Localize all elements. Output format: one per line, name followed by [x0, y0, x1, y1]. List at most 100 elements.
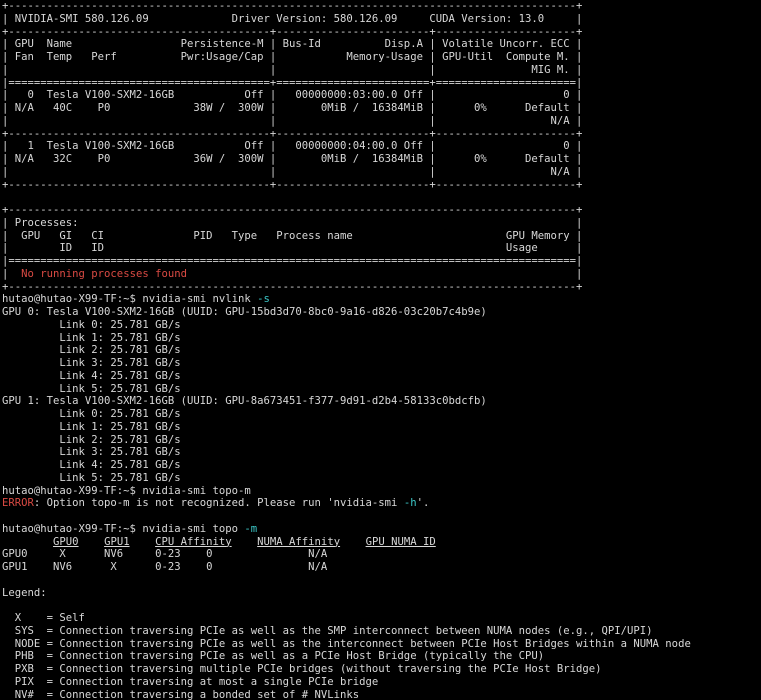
terminal-text: |=======================================… [2, 76, 583, 89]
terminal-line: | ID ID Usage | [2, 242, 761, 255]
terminal-line: | No running processes found | [2, 268, 761, 281]
command-flag: -s [257, 293, 270, 306]
terminal-text: | N/A 32C P0 36W / 300W | 0MiB / 16384Mi… [2, 153, 583, 165]
terminal-line: hutao@hutao-X99-TF:~$ nvidia-smi topo -m [2, 523, 761, 536]
terminal-text: | Fan Temp Perf Pwr:Usage/Cap | Memory-U… [2, 51, 583, 63]
terminal-text: Link 3: 25.781 GB/s [2, 357, 181, 369]
terminal-output[interactable]: +---------------------------------------… [2, 0, 761, 700]
terminal-text: | GPU Name Persistence-M | Bus-Id Disp.A… [2, 38, 583, 51]
terminal-text: Link 4: 25.781 GB/s [2, 459, 181, 471]
terminal-text: '. [416, 497, 430, 510]
terminal-text: Link 5: 25.781 GB/s [2, 471, 181, 484]
terminal-line: ERROR: Option topo-m is not recognized. … [2, 497, 761, 510]
terminal-text: NV# = Connection traversing a bonded set… [2, 688, 360, 700]
terminal-line: +---------------------------------------… [2, 281, 761, 294]
terminal-text: | | | MIG M. | [2, 63, 583, 76]
terminal-text: hutao@hutao-X99-TF:~$ nvidia-smi topo [2, 522, 245, 535]
terminal-line: +---------------------------------------… [2, 26, 761, 39]
terminal-line: Link 3: 25.781 GB/s [2, 357, 761, 370]
terminal-line: +---------------------------------------… [2, 128, 761, 141]
terminal-text: | N/A 40C P0 38W / 300W | 0MiB / 16384Mi… [2, 102, 583, 114]
terminal-line: PHB = Connection traversing PCIe as well… [2, 650, 761, 663]
terminal-line: GPU0 GPU1 CPU Affinity NUMA Affinity GPU… [2, 536, 761, 549]
terminal-text: X = Self [2, 612, 85, 624]
terminal-line: PXB = Connection traversing multiple PCI… [2, 663, 761, 676]
terminal-line: GPU1 NV6 X 0-23 0 N/A [2, 561, 761, 574]
terminal-text: Link 2: 25.781 GB/s [2, 433, 181, 446]
terminal-text: |=======================================… [2, 255, 583, 267]
terminal-line: Link 0: 25.781 GB/s [2, 319, 761, 332]
terminal-text: Link 0: 25.781 GB/s [2, 408, 181, 420]
column-header: GPU1 [104, 535, 130, 548]
terminal-line: | Processes: | [2, 217, 761, 230]
terminal-text: Legend: [2, 586, 47, 599]
terminal-text: hutao@hutao-X99-TF:~$ nvidia-smi topo-m [2, 484, 251, 497]
terminal-text: +---------------------------------------… [2, 204, 583, 216]
terminal-text: GPU 0: Tesla V100-SXM2-16GB (UUID: GPU-1… [2, 306, 487, 318]
terminal-text: | NVIDIA-SMI 580.126.09 Driver Version: … [2, 12, 583, 25]
terminal-text: | | | N/A | [2, 114, 583, 127]
terminal-text: : Option topo-m is not recognized. Pleas… [33, 497, 404, 510]
terminal-line: | 1 Tesla V100-SXM2-16GB Off | 00000000:… [2, 140, 761, 153]
terminal-line: Link 4: 25.781 GB/s [2, 459, 761, 472]
terminal-text: PXB = Connection traversing multiple PCI… [2, 663, 602, 675]
terminal-text: Link 1: 25.781 GB/s [2, 331, 181, 344]
terminal-line: GPU0 X NV6 0-23 0 N/A [2, 548, 761, 561]
terminal-text: Link 4: 25.781 GB/s [2, 369, 181, 382]
terminal-text: | 1 Tesla V100-SXM2-16GB Off | 00000000:… [2, 140, 583, 153]
terminal-text: hutao@hutao-X99-TF:~$ nvidia-smi nvlink [2, 293, 258, 306]
terminal-text: | Processes: | [2, 216, 583, 229]
terminal-line: | NVIDIA-SMI 580.126.09 Driver Version: … [2, 13, 761, 26]
terminal-line: SYS = Connection traversing PCIe as well… [2, 625, 761, 638]
terminal-line: Link 5: 25.781 GB/s [2, 472, 761, 485]
terminal-text: Link 0: 25.781 GB/s [2, 318, 181, 331]
terminal-line: X = Self [2, 612, 761, 625]
terminal-text: | | | N/A | [2, 165, 583, 178]
terminal-text: | [186, 267, 583, 280]
terminal-line: GPU 0: Tesla V100-SXM2-16GB (UUID: GPU-1… [2, 306, 761, 319]
terminal-text: Link 5: 25.781 GB/s [2, 382, 181, 395]
error-text: ERROR [2, 497, 34, 510]
terminal-line: Link 4: 25.781 GB/s [2, 370, 761, 383]
error-text: No running processes found [21, 267, 187, 280]
terminal-line: Link 1: 25.781 GB/s [2, 332, 761, 345]
terminal-line: Link 2: 25.781 GB/s [2, 434, 761, 447]
terminal-line: Link 0: 25.781 GB/s [2, 408, 761, 421]
terminal-text: +---------------------------------------… [2, 127, 583, 140]
terminal-line: | Fan Temp Perf Pwr:Usage/Cap | Memory-U… [2, 51, 761, 64]
terminal-text: GPU1 NV6 X 0-23 0 N/A [2, 561, 328, 573]
terminal-line: hutao@hutao-X99-TF:~$ nvidia-smi nvlink … [2, 293, 761, 306]
terminal-text: Link 3: 25.781 GB/s [2, 446, 181, 459]
terminal-line: | | | MIG M. | [2, 64, 761, 77]
terminal-line: Link 2: 25.781 GB/s [2, 344, 761, 357]
column-header: CPU Affinity [155, 535, 232, 548]
terminal-line: Legend: [2, 587, 761, 600]
terminal-line: PIX = Connection traversing at most a si… [2, 676, 761, 689]
terminal-line: NV# = Connection traversing a bonded set… [2, 689, 761, 700]
terminal-line: |=======================================… [2, 77, 761, 90]
terminal-line: hutao@hutao-X99-TF:~$ nvidia-smi topo-m [2, 485, 761, 498]
terminal-text: GPU 1: Tesla V100-SXM2-16GB (UUID: GPU-8… [2, 395, 487, 408]
terminal-line: | | | N/A | [2, 115, 761, 128]
terminal-text: Link 1: 25.781 GB/s [2, 420, 181, 433]
command-flag: -h [403, 497, 417, 510]
terminal-line: Link 3: 25.781 GB/s [2, 446, 761, 459]
terminal-text: +---------------------------------------… [2, 178, 583, 191]
terminal-line: | N/A 40C P0 38W / 300W | 0MiB / 16384Mi… [2, 102, 761, 115]
terminal-line: | N/A 32C P0 36W / 300W | 0MiB / 16384Mi… [2, 153, 761, 166]
terminal-text: | [2, 267, 22, 280]
terminal-text: +---------------------------------------… [2, 25, 583, 38]
terminal-line: GPU 1: Tesla V100-SXM2-16GB (UUID: GPU-8… [2, 395, 761, 408]
terminal-text: SYS = Connection traversing PCIe as well… [2, 624, 653, 637]
terminal-line: | GPU GI CI PID Type Process name GPU Me… [2, 230, 761, 243]
terminal-text: PIX = Connection traversing at most a si… [2, 675, 379, 688]
terminal-line: NODE = Connection traversing PCIe as wel… [2, 638, 761, 651]
column-header: GPU NUMA ID [365, 535, 436, 548]
terminal-line: | GPU Name Persistence-M | Bus-Id Disp.A… [2, 38, 761, 51]
